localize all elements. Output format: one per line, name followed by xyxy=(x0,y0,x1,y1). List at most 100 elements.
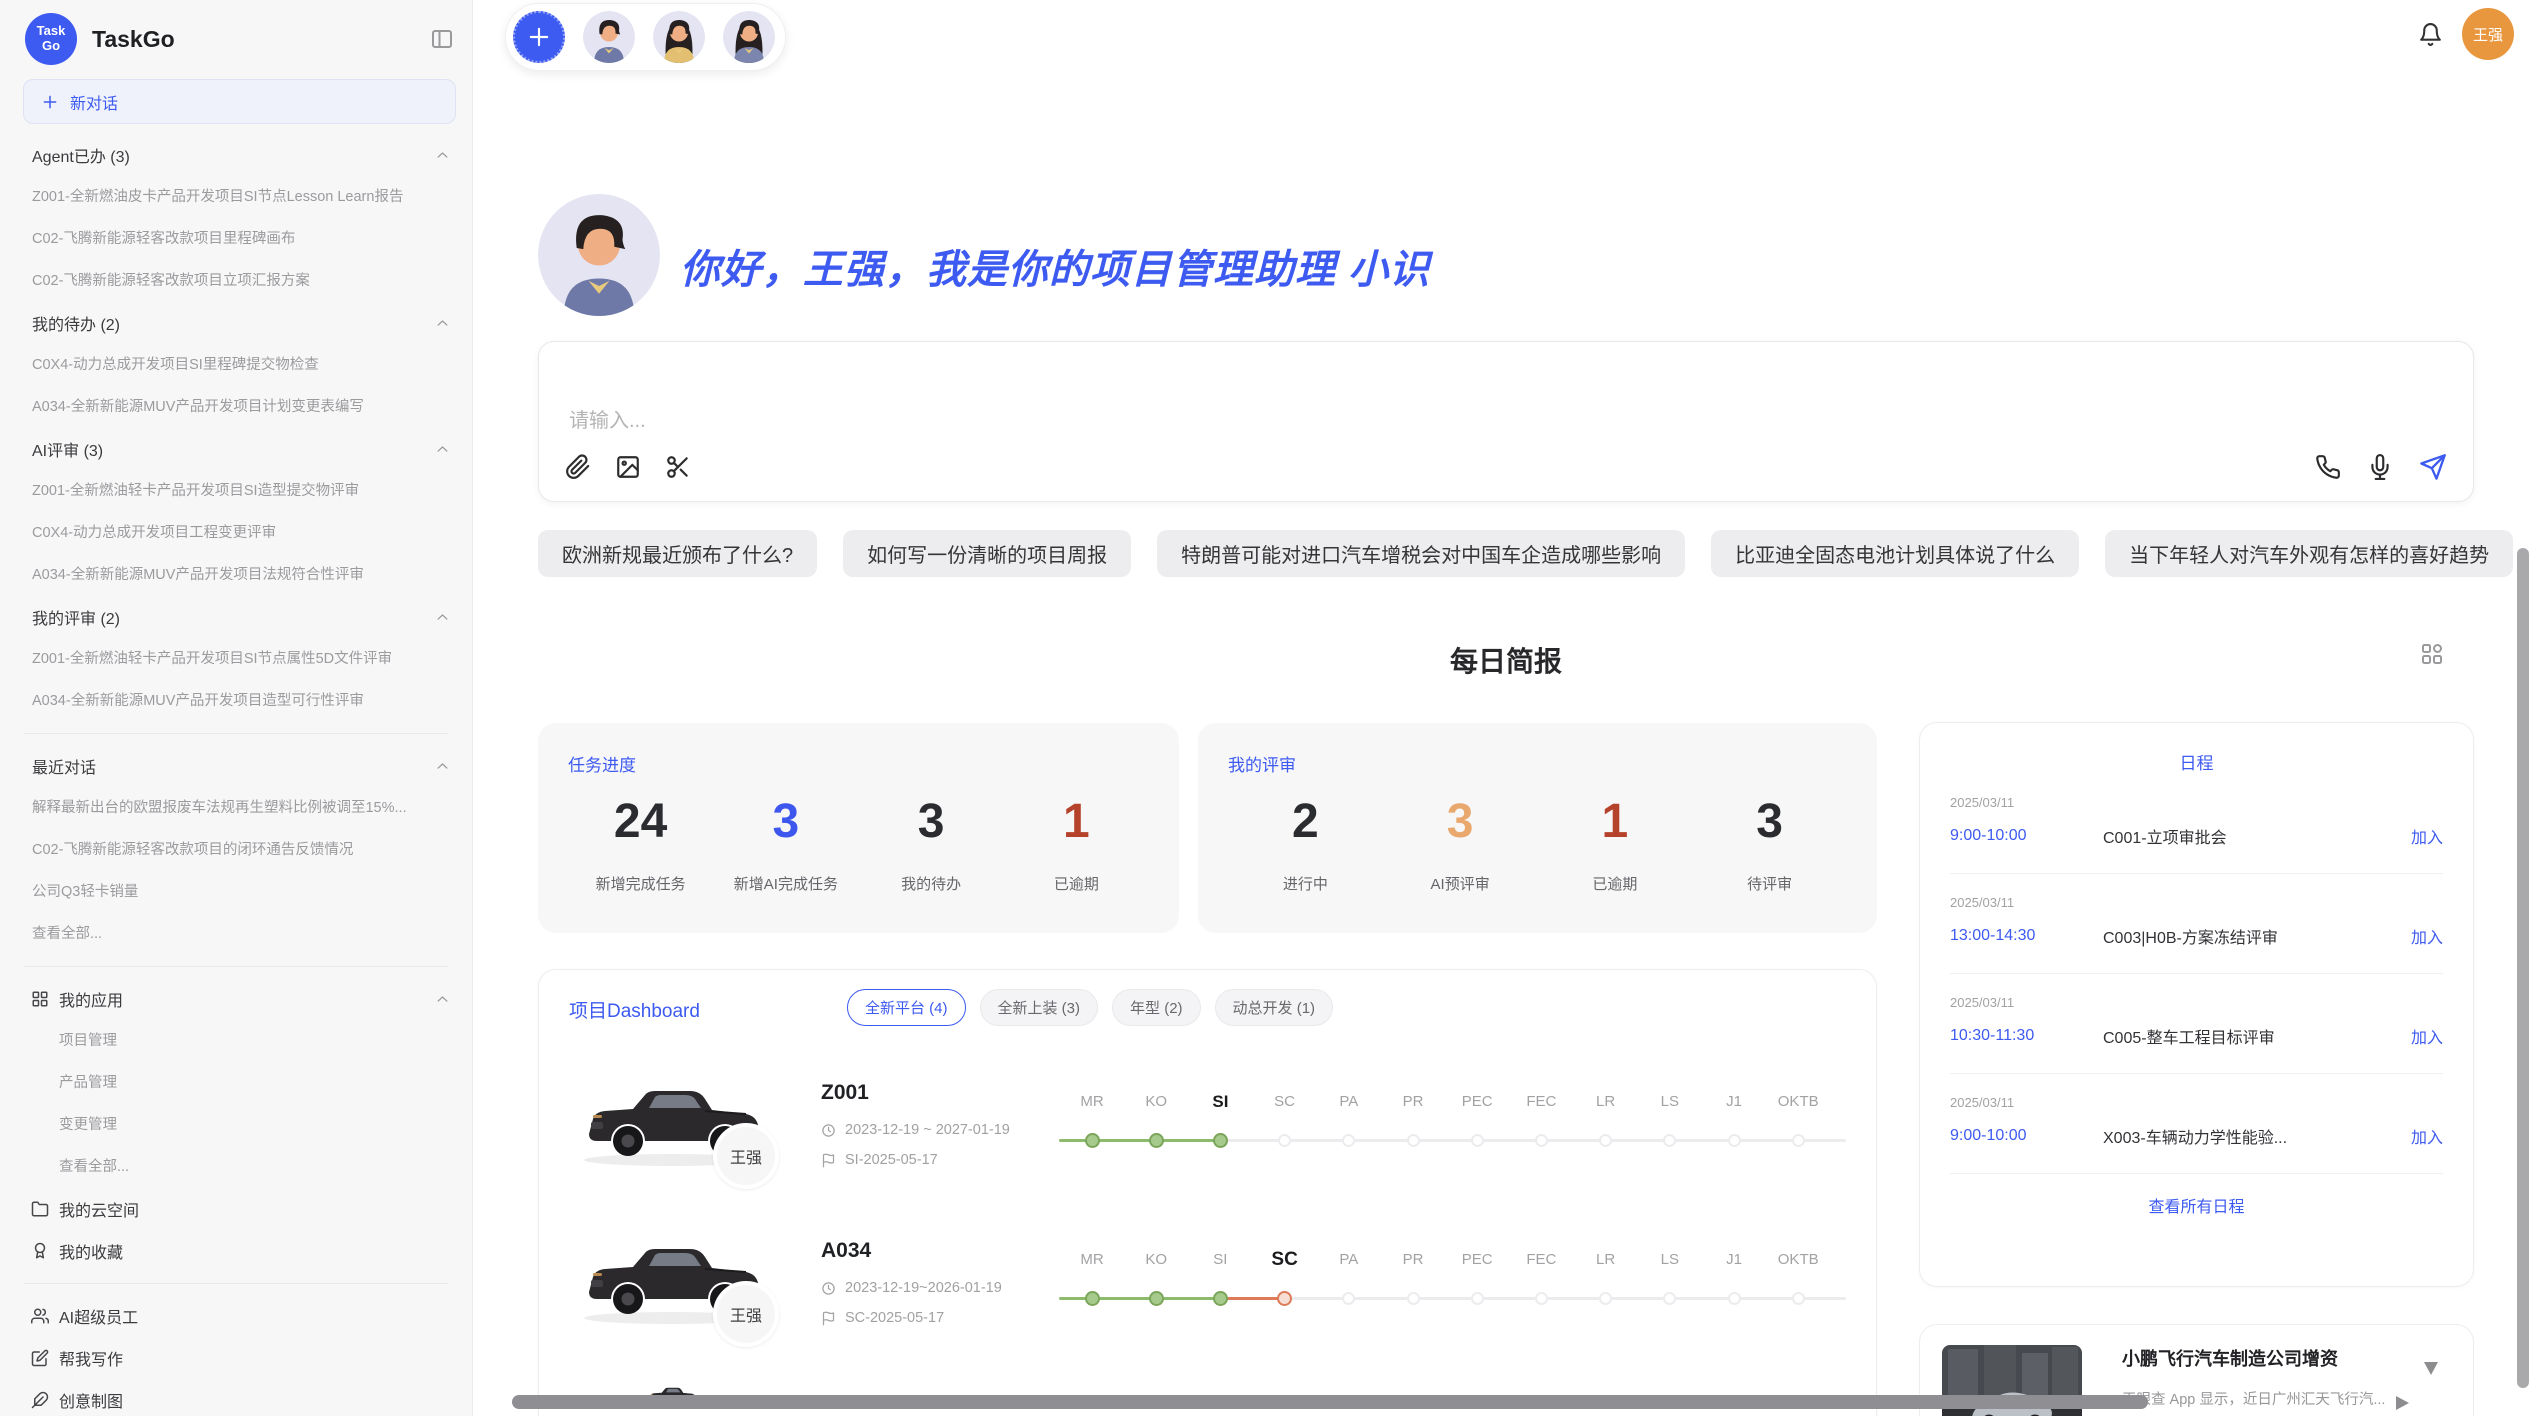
milestone-dot xyxy=(1149,1133,1164,1148)
stat-value: 2 xyxy=(1228,794,1383,849)
sidebar-item[interactable]: A034-全新新能源MUV产品开发项目法规符合性评审 xyxy=(0,554,472,596)
milestone-label: LR xyxy=(1571,1249,1641,1271)
dashboard-tab[interactable]: 动总开发 (1) xyxy=(1215,989,1334,1026)
milestone-dot xyxy=(1728,1134,1741,1147)
suggestion-chips: 欧洲新规最近颁布了什么? 如何写一份清晰的项目周报特朗普可能对进口汽车增税会对中国… xyxy=(538,530,2513,577)
scroll-right-arrow-icon[interactable] xyxy=(2396,1396,2409,1410)
scissors-icon[interactable] xyxy=(665,454,691,480)
sidebar-item[interactable]: A034-全新新能源MUV产品开发项目造型可行性评审 xyxy=(0,680,472,722)
dashboard-tab[interactable]: 年型 (2) xyxy=(1112,989,1201,1026)
stat-item: 3AI预评审 xyxy=(1383,794,1538,894)
recent-conversation-item[interactable]: 解释最新出台的欧盟报废车法规再生塑料比例被调至15%... xyxy=(0,787,472,829)
suggestion-chip[interactable]: 比亚迪全固态电池计划具体说了什么 xyxy=(1711,530,2079,577)
milestone-segment xyxy=(1413,1139,1477,1142)
image-icon[interactable] xyxy=(615,454,641,480)
microphone-icon[interactable] xyxy=(2367,454,2393,480)
stat-value: 1 xyxy=(1004,794,1149,849)
sidebar-item[interactable]: Z001-全新燃油皮卡产品开发项目SI节点Lesson Learn报告 xyxy=(0,176,472,218)
conversation-avatar-2[interactable] xyxy=(653,11,705,63)
chevron-up-icon xyxy=(435,316,450,331)
schedule-row: 10:30-11:30C005-整车工程目标评审加入 xyxy=(1950,1024,2443,1048)
schedule-event-name: C003|H0B-方案冻结评审 xyxy=(2103,924,2411,948)
join-meeting-link[interactable]: 加入 xyxy=(2411,1124,2443,1148)
collapse-sidebar-icon[interactable] xyxy=(430,27,454,51)
milestone-dot xyxy=(1792,1292,1805,1305)
schedule-event-name: X003-车辆动力学性能验... xyxy=(2103,1124,2411,1148)
new-chat-button[interactable]: 新对话 xyxy=(23,79,456,124)
suggestion-chip[interactable]: 欧洲新规最近颁布了什么? xyxy=(538,530,817,577)
sidebar-item-my-apps[interactable]: 我的应用 xyxy=(0,978,472,1020)
scroll-down-arrow-icon[interactable] xyxy=(2424,1362,2438,1375)
sidebar-item[interactable]: C02-飞腾新能源轻客改款项目立项汇报方案 xyxy=(0,260,472,302)
stat-item: 1已逾期 xyxy=(1538,794,1693,894)
app-logo: Task Go xyxy=(25,13,77,65)
recent-conversation-item[interactable]: 公司Q3轻卡销量 xyxy=(0,871,472,913)
layout-grid-icon[interactable] xyxy=(2420,642,2444,666)
message-input[interactable] xyxy=(539,342,2473,443)
user-avatar[interactable]: 王强 xyxy=(2462,8,2514,60)
section-title: 我的待办 (2) xyxy=(32,311,120,335)
recent-conversation-item[interactable]: C02-飞腾新能源轻客改款项目的闭环通告反馈情况 xyxy=(0,829,472,871)
attachment-icon[interactable] xyxy=(565,454,591,480)
sidebar-item-award[interactable]: 我的收藏 xyxy=(0,1230,472,1272)
sidebar-item[interactable]: A034-全新新能源MUV产品开发项目计划变更表编写 xyxy=(0,386,472,428)
conversation-avatar-3[interactable] xyxy=(723,11,775,63)
section-title: 最近对话 xyxy=(32,754,96,778)
send-icon[interactable] xyxy=(2419,453,2447,481)
join-meeting-link[interactable]: 加入 xyxy=(2411,924,2443,948)
sidebar-tool-item[interactable]: AI超级员工 xyxy=(0,1295,472,1337)
milestone-label: SI xyxy=(1185,1091,1255,1113)
stat-item: 1已逾期 xyxy=(1004,794,1149,894)
app-shortcut-item[interactable]: 查看全部... xyxy=(0,1146,472,1188)
sidebar-section-header-1[interactable]: 我的待办 (2) xyxy=(0,302,472,344)
schedule-row: 13:00-14:30C003|H0B-方案冻结评审加入 xyxy=(1950,924,2443,948)
app-shortcut-item[interactable]: 变更管理 xyxy=(0,1104,472,1146)
app-shortcut-item[interactable]: 项目管理 xyxy=(0,1020,472,1062)
conversation-switcher xyxy=(505,3,786,71)
chevron-up-icon xyxy=(435,610,450,625)
dashboard-tab[interactable]: 全新平台 (4) xyxy=(847,989,966,1026)
sidebar-section-header-3[interactable]: 我的评审 (2) xyxy=(0,596,472,638)
project-flag-text: SC-2025-05-17 xyxy=(845,1310,944,1326)
section-title: Agent已办 (3) xyxy=(32,143,130,167)
my-apps-label: 我的应用 xyxy=(59,987,435,1011)
suggestion-chip[interactable]: 当下年轻人对汽车外观有怎样的喜好趋势 xyxy=(2105,530,2513,577)
sidebar-tool-item[interactable]: 创意制图 xyxy=(0,1379,472,1416)
suggestion-chip[interactable]: 如何写一份清晰的项目周报 xyxy=(843,530,1131,577)
join-meeting-link[interactable]: 加入 xyxy=(2411,824,2443,848)
sidebar-item[interactable]: Z001-全新燃油轻卡产品开发项目SI节点属性5D文件评审 xyxy=(0,638,472,680)
add-conversation-button[interactable] xyxy=(513,11,565,63)
schedule-title: 日程 xyxy=(1950,749,2443,774)
sidebar-item-folder[interactable]: 我的云空间 xyxy=(0,1188,472,1230)
my-review-card: 我的评审2进行中3AI预评审1已逾期3待评审 xyxy=(1198,723,1877,933)
milestone-label: PA xyxy=(1314,1249,1384,1271)
join-meeting-link[interactable]: 加入 xyxy=(2411,1024,2443,1048)
suggestion-chip[interactable]: 特朗普可能对进口汽车增税会对中国车企造成哪些影响 xyxy=(1157,530,1685,577)
milestone-label: PEC xyxy=(1442,1249,1512,1271)
sidebar-tool-item[interactable]: 帮我写作 xyxy=(0,1337,472,1379)
vertical-scrollbar[interactable] xyxy=(2517,548,2529,1388)
sidebar-section-header-0[interactable]: Agent已办 (3) xyxy=(0,134,472,176)
dashboard-tab[interactable]: 全新上装 (3) xyxy=(980,989,1099,1026)
app-shortcut-item[interactable]: 产品管理 xyxy=(0,1062,472,1104)
milestone-dot xyxy=(1213,1291,1228,1306)
stat-label: 我的待办 xyxy=(859,873,1004,894)
schedule-time: 9:00-10:00 xyxy=(1950,827,2103,845)
sidebar-item[interactable]: Z001-全新燃油轻卡产品开发项目SI造型提交物评审 xyxy=(0,470,472,512)
sidebar-section-header-2[interactable]: AI评审 (3) xyxy=(0,428,472,470)
phone-call-icon[interactable] xyxy=(2315,454,2341,480)
sidebar-tool-label: AI超级员工 xyxy=(59,1304,450,1328)
horizontal-scrollbar[interactable] xyxy=(512,1395,2148,1409)
milestone-segment xyxy=(1798,1139,1846,1142)
stat-value: 3 xyxy=(1692,794,1847,849)
notifications-bell-icon[interactable] xyxy=(2418,22,2443,47)
view-all-schedule-link[interactable]: 查看所有日程 xyxy=(1950,1193,2443,1217)
sidebar-item[interactable]: C0X4-动力总成开发项目SI里程碑提交物检查 xyxy=(0,344,472,386)
sidebar-item[interactable]: C0X4-动力总成开发项目工程变更评审 xyxy=(0,512,472,554)
sidebar-item[interactable]: C02-飞腾新能源轻客改款项目里程碑画布 xyxy=(0,218,472,260)
project-dates: 2023-12-19 ~ 2027-01-19 xyxy=(821,1122,1010,1138)
conversation-avatar-1[interactable] xyxy=(583,11,635,63)
view-all-conversations[interactable]: 查看全部... xyxy=(0,913,472,955)
sidebar-section-recent[interactable]: 最近对话 xyxy=(0,745,472,787)
stat-label: 已逾期 xyxy=(1538,873,1693,894)
